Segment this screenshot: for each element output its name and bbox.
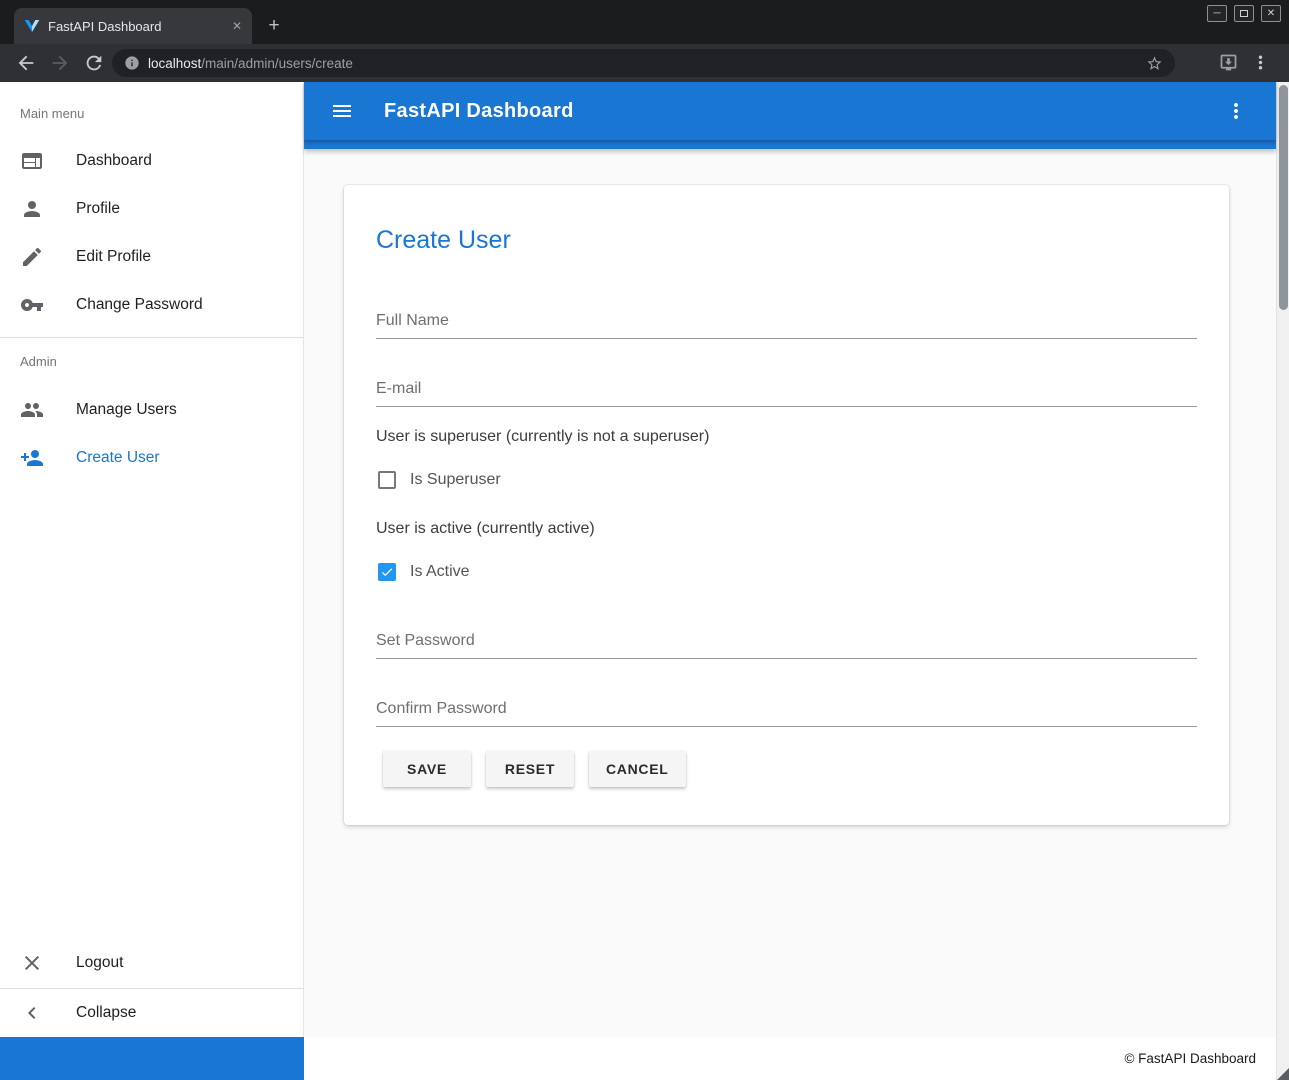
app-bar: FastAPI Dashboard <box>304 82 1276 140</box>
confirm-password-field[interactable]: Confirm Password <box>376 700 507 722</box>
sidebar-item-manage-users[interactable]: Manage Users <box>0 386 304 434</box>
app-overflow-menu-icon[interactable] <box>1224 99 1248 123</box>
footer-copyright-bar: © FastAPI Dashboard <box>304 1037 1276 1080</box>
sidebar-item-profile[interactable]: Profile <box>0 185 304 233</box>
close-window-button[interactable]: ✕ <box>1261 5 1281 22</box>
url-path: /main/admin/users/create <box>201 56 353 71</box>
sidebar-item-edit-profile[interactable]: Edit Profile <box>0 233 304 281</box>
page-scrollbar[interactable] <box>1276 82 1289 1080</box>
main-content: Create User Full Name E-mail User is sup… <box>304 149 1276 1037</box>
cancel-button[interactable]: CANCEL <box>589 751 686 787</box>
copyright-text: © FastAPI Dashboard <box>1124 1051 1256 1066</box>
email-underline <box>376 406 1197 407</box>
person-add-icon <box>20 446 44 470</box>
sidebar-divider <box>0 337 303 338</box>
create-user-card: Create User Full Name E-mail User is sup… <box>344 185 1229 825</box>
back-button[interactable] <box>14 51 38 75</box>
tab-title: FastAPI Dashboard <box>48 19 224 34</box>
page-viewport: FastAPI Dashboard Main menu Dashboard Pr… <box>0 82 1289 1080</box>
reset-button[interactable]: RESET <box>486 751 574 787</box>
tab-close-icon[interactable]: ✕ <box>232 19 242 33</box>
checkbox-unchecked-icon[interactable] <box>378 471 396 489</box>
set-password-underline <box>376 658 1197 659</box>
browser-toolbar: localhost/main/admin/users/create <box>0 44 1289 82</box>
sidebar-item-label: Manage Users <box>76 401 177 419</box>
active-hint: User is active (currently active) <box>376 520 595 538</box>
url-host: localhost <box>148 56 201 71</box>
new-tab-button[interactable]: + <box>262 14 286 38</box>
sidebar-item-label: Dashboard <box>76 152 152 170</box>
forward-button[interactable] <box>48 51 72 75</box>
full-name-underline <box>376 338 1197 339</box>
browser-menu-icon[interactable] <box>1250 52 1271 73</box>
app-bar-extension <box>304 140 1276 149</box>
scrollbar-thumb[interactable] <box>1279 85 1288 310</box>
confirm-password-underline <box>376 726 1197 727</box>
checkbox-checked-icon[interactable] <box>378 563 396 581</box>
full-name-field[interactable]: Full Name <box>376 312 449 334</box>
resize-grip <box>1277 1068 1289 1080</box>
email-field[interactable]: E-mail <box>376 380 421 402</box>
sidebar-section-admin: Admin <box>20 353 57 371</box>
set-password-field[interactable]: Set Password <box>376 632 475 654</box>
sidebar-item-logout[interactable]: Logout <box>0 939 304 987</box>
sidebar-section-main-menu: Main menu <box>20 105 84 123</box>
minimize-button[interactable]: ─ <box>1207 5 1227 22</box>
sidebar-item-dashboard[interactable]: Dashboard <box>0 137 304 185</box>
checkbox-label: Is Superuser <box>410 471 501 489</box>
sidebar-item-create-user[interactable]: Create User <box>0 434 304 482</box>
sidebar-item-label: Collapse <box>76 1004 136 1022</box>
app-title: FastAPI Dashboard <box>384 100 574 123</box>
dashboard-icon <box>20 149 44 173</box>
is-active-checkbox[interactable]: Is Active <box>378 563 470 581</box>
key-icon <box>20 293 44 317</box>
sidebar-item-label: Edit Profile <box>76 248 151 266</box>
maximize-button[interactable] <box>1234 5 1254 22</box>
site-info-icon[interactable] <box>124 55 140 71</box>
is-superuser-checkbox[interactable]: Is Superuser <box>378 471 501 489</box>
maximize-icon <box>1240 10 1248 17</box>
sidebar-item-label: Logout <box>76 954 123 972</box>
person-icon <box>20 197 44 221</box>
window-controls: ─ ✕ <box>1207 5 1281 22</box>
form-actions: SAVE RESET CANCEL <box>383 751 686 787</box>
sidebar-item-collapse[interactable]: Collapse <box>0 989 304 1037</box>
pencil-icon <box>20 245 44 269</box>
save-button[interactable]: SAVE <box>383 751 471 787</box>
people-icon <box>20 398 44 422</box>
browser-window: { "browser": { "tab_title": "FastAPI Das… <box>0 0 1289 1080</box>
hamburger-menu-icon[interactable] <box>330 99 354 123</box>
sidebar: Main menu Dashboard Profile Edit Profile… <box>0 82 304 1037</box>
address-bar[interactable]: localhost/main/admin/users/create <box>112 49 1175 77</box>
bookmark-star-icon[interactable] <box>1146 55 1163 72</box>
install-app-icon[interactable] <box>1218 52 1239 73</box>
app-footer: © FastAPI Dashboard <box>0 1037 1276 1080</box>
superuser-hint: User is superuser (currently is not a su… <box>376 428 709 446</box>
browser-tab[interactable]: FastAPI Dashboard ✕ <box>14 8 252 44</box>
page-title: Create User <box>376 226 511 255</box>
sidebar-item-label: Change Password <box>76 296 203 314</box>
browser-titlebar: FastAPI Dashboard ✕ + ─ ✕ <box>0 0 1289 44</box>
sidebar-item-change-password[interactable]: Change Password <box>0 281 304 329</box>
sidebar-item-label: Profile <box>76 200 120 218</box>
close-icon <box>20 951 44 975</box>
vuetify-favicon-icon <box>24 18 40 34</box>
sidebar-item-label: Create User <box>76 449 160 467</box>
reload-button[interactable] <box>82 51 106 75</box>
chevron-left-icon <box>20 1001 44 1025</box>
url-text: localhost/main/admin/users/create <box>148 56 1138 71</box>
checkbox-label: Is Active <box>410 563 470 581</box>
